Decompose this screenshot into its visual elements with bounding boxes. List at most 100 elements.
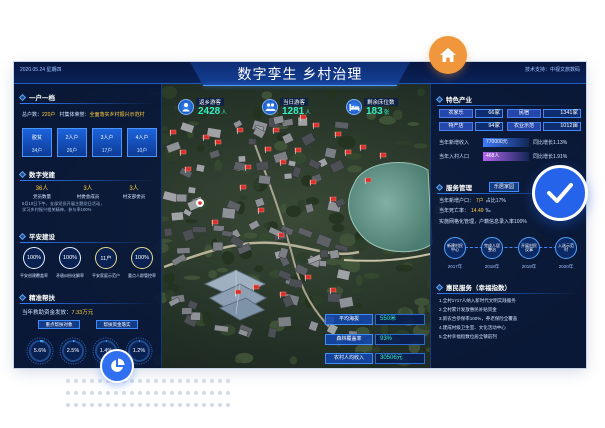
total-value: 220户 xyxy=(42,112,56,118)
flag-pole xyxy=(273,128,274,134)
tree xyxy=(414,297,430,307)
household-tile[interactable]: 2人户 26户 xyxy=(57,128,87,157)
industry-label: 民宿 xyxy=(507,109,541,118)
dashboard: 2020.05.24 星期四 技术支持：中视文旅数码 数字孪生 乡村治理 一户一… xyxy=(14,62,586,368)
party-stat-value: 36人 xyxy=(35,186,49,192)
stat-number: 2428 xyxy=(198,106,221,117)
growth-label: 当年入村人口 xyxy=(439,154,470,160)
household-tile[interactable]: 3人户 17户 xyxy=(92,128,122,157)
flag-pole xyxy=(380,153,381,159)
tree xyxy=(325,258,342,266)
stat-value: 183张 xyxy=(366,106,389,117)
person-icon xyxy=(178,99,194,115)
tree xyxy=(326,87,337,100)
tree xyxy=(208,269,218,279)
tree xyxy=(185,219,198,224)
decor-dot xyxy=(226,391,230,395)
party-stat-label: 村委会成员 xyxy=(76,194,100,199)
party-stat-label: 村支部委员 xyxy=(122,194,146,199)
decor-dot xyxy=(90,403,94,407)
service-line: 当年死亡率： 14.49 ‰ xyxy=(439,207,491,214)
location-pin[interactable] xyxy=(196,199,204,207)
flag-body xyxy=(234,289,242,295)
welfare-line: 2.全村累计发放惠民补贴资金 xyxy=(439,307,497,312)
gauge-value: 5.6% xyxy=(33,348,47,354)
decor-dot xyxy=(194,379,198,383)
timeline-year: 2019年 xyxy=(521,264,537,269)
house-roof xyxy=(248,138,257,146)
house-roof xyxy=(319,249,329,258)
growth-value: 468人 xyxy=(483,152,529,161)
divider xyxy=(20,303,155,304)
section-icon xyxy=(435,95,444,103)
fund-label: 当年救助资金发放： xyxy=(22,310,72,316)
section-header-welfare: 惠民服务（幸福指数） xyxy=(435,282,511,292)
tree xyxy=(354,238,368,252)
honor-label: 村集体荣誉： xyxy=(59,112,90,118)
decor-dot xyxy=(178,403,182,407)
growth-trend: 同比增长1.91% xyxy=(533,154,568,160)
flag-body xyxy=(309,179,317,185)
timeline-node[interactable]: 开展村民议事 xyxy=(518,237,540,259)
section-title: 服务管理 xyxy=(446,185,472,192)
honor-value: 全面落实乡村振兴示范村 xyxy=(89,112,145,118)
timeline-node[interactable]: 入选示范村 xyxy=(555,237,577,259)
left-panel: 一户一档 总户数：220户 村集体荣誉：全面落实乡村振兴示范村 脱贫 34户 2… xyxy=(14,84,162,368)
decor-dot xyxy=(186,391,190,395)
decor-dot xyxy=(194,403,198,407)
fact-label: 森林覆盖率 xyxy=(325,334,373,345)
decor-dot xyxy=(194,391,198,395)
house-roof xyxy=(238,155,246,163)
house-roof xyxy=(255,160,270,172)
decor-dot xyxy=(162,403,166,407)
flag-body xyxy=(214,139,222,145)
stat-label: 返乡游客 xyxy=(196,98,225,106)
fact-value: 550米 xyxy=(375,314,425,325)
fact-label: 平均海拔 xyxy=(325,314,373,325)
fact-value: 93% xyxy=(375,334,425,345)
section-title: 精准帮扶 xyxy=(29,295,55,302)
household-summary: 总户数：220户 村集体荣誉：全面落实乡村振兴示范村 xyxy=(22,111,145,118)
tree xyxy=(373,346,381,353)
decor-dot-grid xyxy=(66,379,230,407)
flag-pole xyxy=(215,140,216,146)
tree xyxy=(258,232,274,242)
household-tile[interactable]: 4人户 10户 xyxy=(127,128,157,157)
decor-dot xyxy=(226,403,230,407)
house-roof xyxy=(163,227,173,237)
household-tile[interactable]: 脱贫 34户 xyxy=(22,128,52,157)
tab-home-garden[interactable]: 乐居家园 xyxy=(489,182,520,192)
flag-body xyxy=(264,146,272,152)
growth-value: 770000元 xyxy=(483,138,529,147)
tree xyxy=(243,232,258,239)
flag-body xyxy=(244,164,252,170)
decor-dot xyxy=(122,403,126,407)
decor-dot xyxy=(66,391,70,395)
flag-body xyxy=(257,207,265,213)
tree xyxy=(214,159,223,172)
safety-ring-label: 平安创建覆盖率 xyxy=(20,273,48,278)
group-icon xyxy=(262,99,278,115)
welfare-line: 5.全村幸福指数位居全镇前列 xyxy=(439,334,497,339)
growth-trend: 同比增长1.13% xyxy=(533,140,568,146)
industry-value: 94家 xyxy=(475,122,503,131)
timeline-node[interactable]: 完成人居整治 xyxy=(481,237,503,259)
decor-dot xyxy=(114,403,118,407)
flag-pole xyxy=(180,150,181,156)
aid-gauge: 2.5% xyxy=(58,336,88,366)
service-extra: ‰ xyxy=(485,208,491,214)
flag-pole xyxy=(245,165,246,171)
key-aid-targets-button[interactable]: 重点帮扶对象 xyxy=(38,320,80,329)
service-extra: 占比17% xyxy=(485,198,506,204)
section-title: 一户一档 xyxy=(29,95,55,102)
timeline-year: 2017年 xyxy=(447,264,463,269)
stat-value: 1281人 xyxy=(282,106,311,117)
safety-ring-label: 平安家庭示范户 xyxy=(92,273,120,278)
house-roof xyxy=(192,226,207,233)
aid-funds-button[interactable]: 帮扶资金落实 xyxy=(96,320,138,329)
flag-pole xyxy=(280,292,281,298)
tile-value: 34户 xyxy=(31,148,43,154)
timeline-node[interactable]: 新建村民中心 xyxy=(444,237,466,259)
house-roof xyxy=(267,327,277,339)
flag-pole xyxy=(330,197,331,203)
